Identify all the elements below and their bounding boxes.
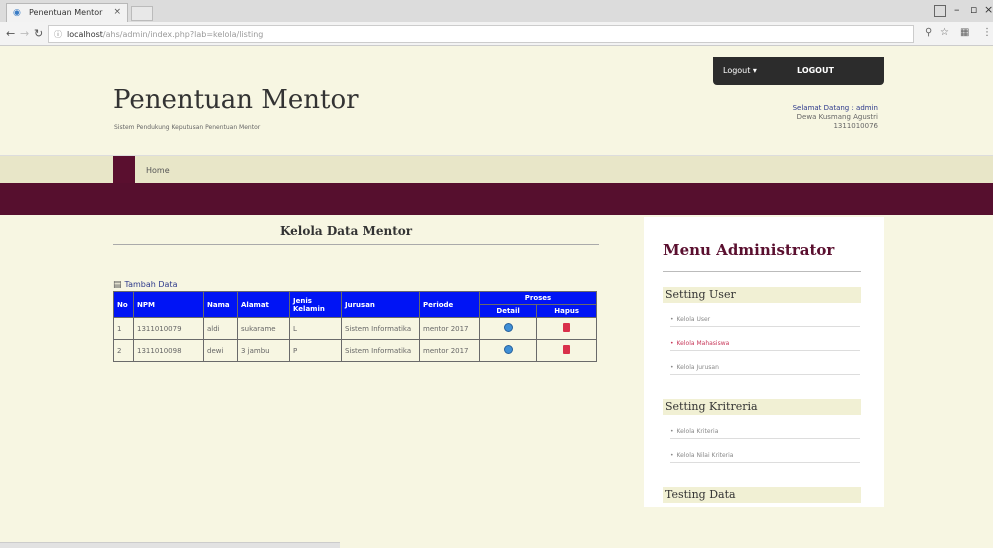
nav-accent [113,156,135,184]
col-proses: Proses [479,291,597,305]
col-alamat: Alamat [237,291,290,318]
sidebar-item-kelola-nilai-kriteria[interactable]: • Kelola Nilai Kriteria [670,447,860,463]
cell-alamat: 3 jambu [237,339,290,362]
sidebar-item-label: Kelola Kriteria [676,428,719,435]
sidebar-section-testing-data: Testing Data [663,487,861,503]
mentor-table: No NPM Nama Alamat Jenis Kelamin Jurusan… [113,291,597,362]
browser-tabbar: ◉ Penentuan Mentor × – ▫ × [0,0,993,22]
title-divider [113,244,599,245]
welcome-block: Selamat Datang : admin Dewa Kusmang Agus… [793,104,878,131]
hapus-cell [536,339,597,362]
cell-no: 2 [113,339,134,362]
zoom-icon[interactable]: ⚲ [925,27,932,38]
close-tab-icon[interactable]: × [113,7,121,17]
new-tab-button[interactable] [131,6,153,21]
page-info-icon[interactable]: ⓘ [54,29,62,40]
sidebar-divider [663,271,861,272]
address-bar: ← → ↻ ⓘ localhost/ahs/admin/index.php?la… [0,22,993,46]
site-subtitle: Sistem Pendukung Keputusan Penentuan Men… [114,124,261,131]
main-nav: Home [0,155,993,184]
col-npm: NPM [133,291,204,318]
add-data-label: Tambah Data [124,280,178,289]
user-topbar: Logout ▾ LOGOUT [713,57,884,85]
col-nama: Nama [203,291,238,318]
minimize-icon[interactable]: – [954,3,960,16]
user-name: Dewa Kusmang Agustri [796,113,878,121]
tab-title: Penentuan Mentor [29,8,103,17]
detail-icon[interactable] [503,345,513,354]
sidebar-item-kelola-mahasiswa[interactable]: • Kelola Mahasiswa [670,335,860,351]
globe-icon: ◉ [13,8,21,18]
detail-icon[interactable] [503,323,513,332]
cell-jurusan: Sistem Informatika [341,339,420,362]
bullet-icon: • [670,452,674,459]
table-row: 2 1311010098 dewi 3 jambu P Sistem Infor… [113,339,597,362]
sidebar-section-setting-user: Setting User [663,287,861,303]
extension-icon[interactable]: ▦ [960,27,969,38]
detail-cell [478,339,538,362]
user-id: 1311010076 [833,122,878,130]
table-row: 1 1311010079 aldi sukarame L Sistem Info… [113,317,597,340]
forward-arrow-icon[interactable]: → [20,27,29,40]
close-window-icon[interactable]: × [984,3,993,16]
cell-periode: mentor 2017 [419,317,480,340]
sidebar-section-setting-kriteria: Setting Kritreria [663,399,861,415]
cell-npm: 1311010079 [133,317,204,340]
site-title[interactable]: Penentuan Mentor [113,85,359,115]
menu-icon[interactable]: ⋮ [982,27,992,38]
cell-npm: 1311010098 [133,339,204,362]
sidebar-item-label: Kelola User [676,316,711,323]
delete-icon[interactable] [563,323,571,332]
col-jurusan: Jurusan [341,291,420,318]
sidebar-item-kelola-user[interactable]: • Kelola User [670,311,860,327]
welcome-text[interactable]: Selamat Datang : admin [793,104,878,113]
col-jenis-kelamin: Jenis Kelamin [289,291,342,318]
sidebar-item-label: Kelola Jurusan [676,364,719,371]
cell-jurusan: Sistem Informatika [341,317,420,340]
url-input[interactable]: ⓘ localhost/ahs/admin/index.php?lab=kelo… [48,25,914,43]
cell-periode: mentor 2017 [419,339,480,362]
add-document-icon: ▤ [113,280,122,290]
nav-home-link[interactable]: Home [146,166,170,175]
url-path: /ahs/admin/index.php?lab=kelola/listing [102,30,264,39]
url-host: localhost [67,30,103,39]
add-data-link[interactable]: ▤ Tambah Data [113,280,177,290]
admin-sidebar: Menu Administrator Setting User • Kelola … [644,217,884,507]
hapus-cell [536,317,597,340]
cell-nama: dewi [203,339,238,362]
col-no: No [113,291,134,318]
sidebar-item-kelola-kriteria[interactable]: • Kelola Kriteria [670,423,860,439]
col-hapus: Hapus [536,304,597,318]
browser-tab[interactable]: ◉ Penentuan Mentor × [6,3,128,22]
logout-dropdown[interactable]: Logout ▾ [723,66,757,75]
header-band [0,183,993,215]
bullet-icon: • [670,428,674,435]
sidebar-item-label: Kelola Nilai Kriteria [676,452,734,459]
sidebar-title: Menu Administrator [663,241,835,259]
bullet-icon: • [670,316,674,323]
back-arrow-icon[interactable]: ← [6,27,15,40]
cell-no: 1 [113,317,134,340]
reload-icon[interactable]: ↻ [34,27,43,40]
sidebar-item-label: Kelola Mahasiswa [676,340,730,347]
col-detail: Detail [478,304,538,318]
cell-alamat: sukarame [237,317,290,340]
maximize-icon[interactable]: ▫ [970,3,977,16]
status-bar [0,542,340,548]
cell-jk: L [289,317,342,340]
logout-button[interactable]: LOGOUT [797,66,834,75]
delete-icon[interactable] [563,345,571,354]
cell-nama: aldi [203,317,238,340]
cell-jk: P [289,339,342,362]
detail-cell [478,317,538,340]
sidebar-item-kelola-jurusan[interactable]: • Kelola Jurusan [670,359,860,375]
bullet-icon: • [670,364,674,371]
page-title: Kelola Data Mentor [280,224,413,238]
bookmark-star-icon[interactable]: ☆ [940,27,949,38]
bullet-icon: • [670,340,674,347]
col-periode: Periode [419,291,480,318]
profile-icon[interactable] [934,5,946,17]
